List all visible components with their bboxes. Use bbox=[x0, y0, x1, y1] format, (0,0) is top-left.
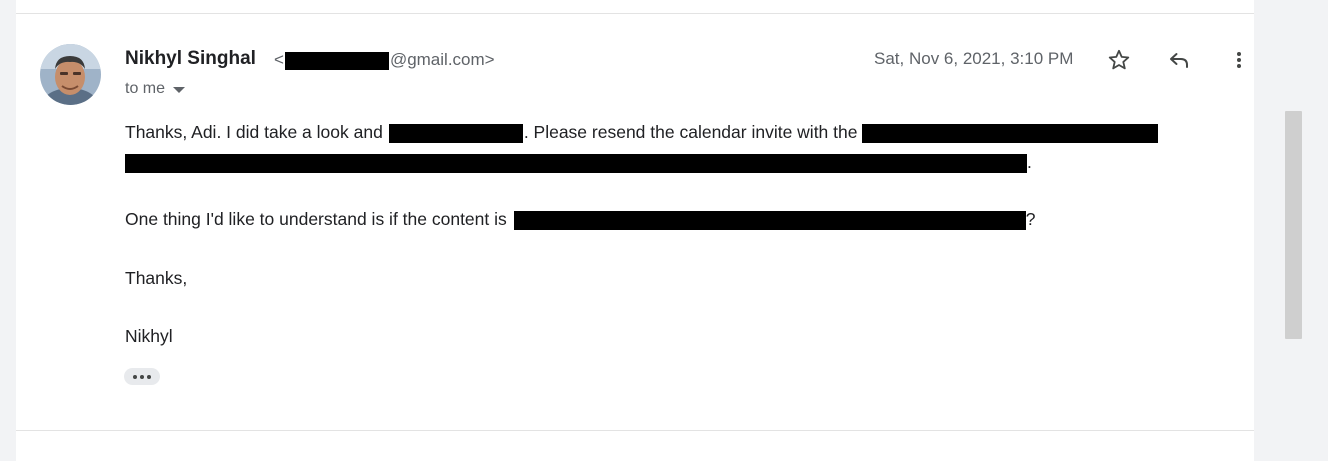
redaction-bar bbox=[388, 123, 523, 143]
body-text-segment: . bbox=[1027, 152, 1032, 172]
signature-text: Nikhyl bbox=[125, 326, 173, 346]
message-date: Sat, Nov 6, 2021, 3:10 PM bbox=[874, 49, 1074, 68]
star-button[interactable] bbox=[1104, 45, 1134, 75]
show-trimmed-content-button[interactable] bbox=[124, 368, 160, 385]
email-view: Nikhyl Singhal < @gmail.com> to me Sat, N… bbox=[0, 0, 1328, 461]
more-vert-icon bbox=[1237, 52, 1241, 68]
recipient-details-toggle[interactable]: to me bbox=[125, 80, 186, 98]
sender-avatar[interactable] bbox=[40, 44, 101, 105]
ellipsis-icon bbox=[133, 374, 137, 379]
scrollbar-thumb[interactable] bbox=[1285, 111, 1302, 339]
redaction-bar bbox=[125, 153, 1027, 173]
body-line-1: Thanks, Adi. I did take a look and . Plea… bbox=[125, 121, 1159, 143]
body-text-segment: ? bbox=[1025, 209, 1036, 229]
reply-icon bbox=[1170, 53, 1188, 68]
bottom-divider bbox=[16, 430, 1254, 431]
body-text-segment: . Please resend the calendar invite with… bbox=[523, 122, 858, 142]
email-open-bracket: < bbox=[274, 50, 284, 69]
body-line-3: One thing I'd like to understand is if t… bbox=[125, 208, 1036, 230]
chevron-down-icon bbox=[173, 86, 186, 93]
body-text-segment: Thanks, Adi. I did take a look and bbox=[125, 122, 383, 142]
body-line-2: . bbox=[125, 151, 1032, 173]
star-icon bbox=[1108, 49, 1130, 70]
body-text-segment: One thing I'd like to understand is if t… bbox=[125, 209, 507, 229]
sender-name[interactable]: Nikhyl Singhal bbox=[125, 48, 256, 70]
avatar-photo bbox=[40, 44, 101, 105]
ellipsis-icon bbox=[140, 374, 144, 379]
top-divider bbox=[16, 13, 1254, 14]
recipient-label: to me bbox=[125, 80, 166, 97]
redaction-bar bbox=[284, 51, 389, 70]
sender-email[interactable]: < @gmail.com> bbox=[274, 50, 495, 70]
reply-button[interactable] bbox=[1164, 45, 1194, 75]
redaction-bar bbox=[513, 210, 1026, 230]
email-domain: @gmail.com> bbox=[389, 50, 495, 69]
more-options-button[interactable] bbox=[1224, 45, 1254, 75]
redaction-bar bbox=[862, 123, 1159, 143]
closing-text: Thanks, bbox=[125, 268, 188, 288]
ellipsis-icon bbox=[147, 374, 151, 379]
